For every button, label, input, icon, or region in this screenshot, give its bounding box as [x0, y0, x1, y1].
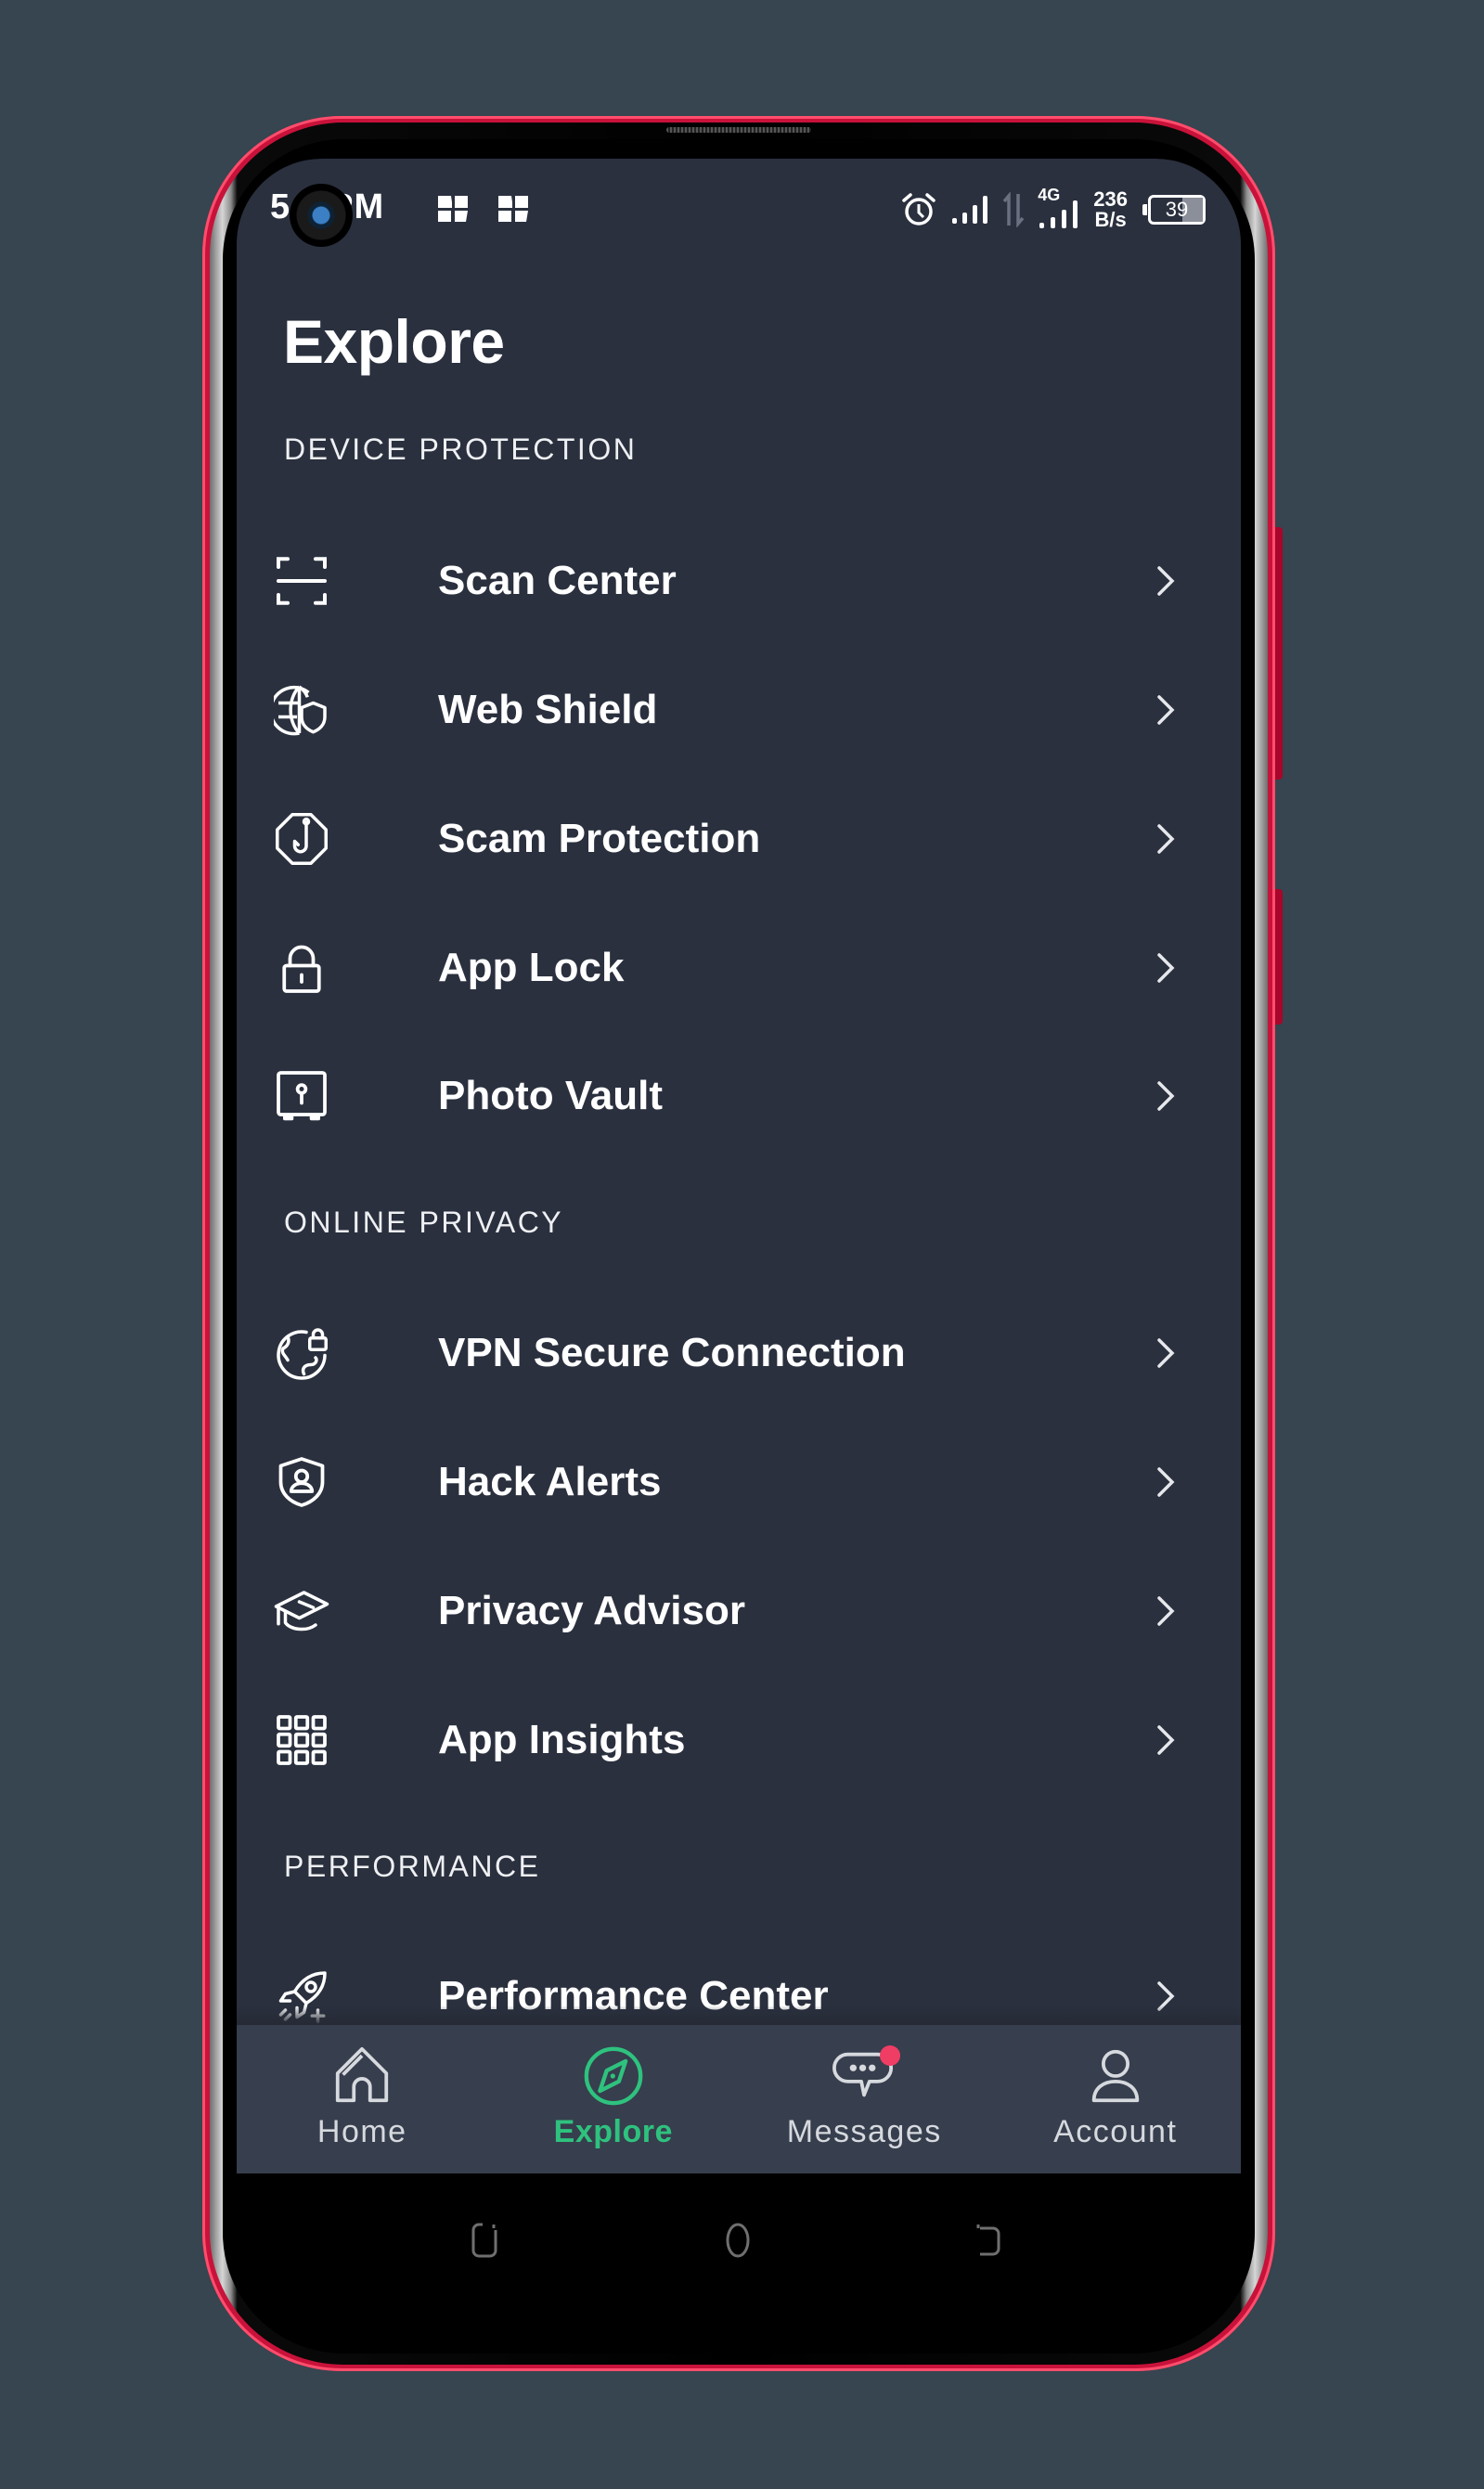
nav-label: Messages	[786, 2114, 942, 2149]
signal-4g-icon: 4G	[1038, 186, 1080, 230]
nav-tab-messages[interactable]: Messages	[739, 2025, 990, 2173]
list-item-label: Scan Center	[438, 558, 677, 603]
notification-app-icon	[497, 194, 530, 224]
list-item-label: App Lock	[438, 945, 625, 990]
hook-octagon-icon	[274, 811, 329, 867]
section-header-online-privacy: ONLINE PRIVACY	[284, 1206, 564, 1239]
status-bar: 5 PM 4G 236 B/s 39	[237, 159, 1241, 261]
list-item-label: VPN Secure Connection	[438, 1330, 906, 1375]
chevron-right-icon	[1157, 824, 1175, 854]
nav-tab-account[interactable]: Account	[990, 2025, 1242, 2173]
shield-user-icon	[274, 1454, 329, 1510]
nav-label: Account	[1053, 2114, 1178, 2149]
compass-icon	[581, 2044, 646, 2109]
chevron-right-icon	[1157, 566, 1175, 596]
vault-icon	[274, 1068, 329, 1124]
list-item-app-insights[interactable]: App Insights	[237, 1680, 1241, 1800]
user-icon	[1083, 2044, 1148, 2109]
list-item-label: Photo Vault	[438, 1073, 663, 1118]
chevron-right-icon	[1157, 953, 1175, 983]
signal-icon	[952, 196, 988, 224]
notification-app-icon	[436, 194, 470, 224]
list-item-label: Scam Protection	[438, 816, 761, 861]
chevron-right-icon	[1157, 1081, 1175, 1111]
recents-button[interactable]	[464, 2217, 510, 2263]
list-item-web-shield[interactable]: Web Shield	[237, 650, 1241, 770]
nav-tab-home[interactable]: Home	[237, 2025, 488, 2173]
status-icons: 4G 236 B/s 39	[900, 186, 1206, 233]
home-button[interactable]	[715, 2217, 761, 2263]
list-item-label: App Insights	[438, 1717, 686, 1762]
list-item-scam-protection[interactable]: Scam Protection	[237, 779, 1241, 899]
grid-icon	[274, 1712, 329, 1768]
screen: 5 PM 4G 236 B/s 39 Explore DEVICE PROTEC…	[237, 159, 1241, 2173]
chevron-right-icon	[1157, 1338, 1175, 1368]
list-item-app-lock[interactable]: App Lock	[237, 908, 1241, 1028]
nav-label: Home	[316, 2114, 407, 2149]
status-time-hour: 5	[270, 187, 291, 226]
list-item-hack-alerts[interactable]: Hack Alerts	[237, 1422, 1241, 1542]
system-nav-bar	[237, 2173, 1241, 2303]
globe-shield-icon	[274, 682, 329, 738]
battery-level: 39	[1165, 198, 1189, 221]
back-button[interactable]	[965, 2217, 1012, 2263]
graduation-cap-icon	[274, 1583, 329, 1639]
nav-label: Explore	[553, 2114, 673, 2149]
chevron-right-icon	[1157, 1725, 1175, 1755]
home-icon	[329, 2044, 394, 2109]
chevron-right-icon	[1157, 695, 1175, 725]
lock-icon	[274, 940, 329, 996]
data-speed-value: 236	[1093, 187, 1128, 211]
chat-icon	[832, 2044, 901, 2109]
power-button	[1275, 889, 1283, 1025]
scroll-fade	[237, 2005, 1241, 2025]
list-item-label: Web Shield	[438, 687, 658, 732]
list-item-label: Hack Alerts	[438, 1459, 662, 1504]
scan-icon	[274, 553, 329, 609]
list-item-privacy-advisor[interactable]: Privacy Advisor	[237, 1551, 1241, 1671]
alarm-icon	[902, 193, 936, 226]
data-speed-unit: B/s	[1094, 208, 1127, 231]
list-item-label: Privacy Advisor	[438, 1588, 745, 1633]
section-header-performance: PERFORMANCE	[284, 1850, 541, 1883]
earpiece-speaker	[666, 127, 811, 133]
globe-lock-icon	[274, 1325, 329, 1381]
list-item-scan-center[interactable]: Scan Center	[237, 521, 1241, 641]
front-camera	[290, 184, 353, 247]
nav-tab-explore[interactable]: Explore	[488, 2025, 740, 2173]
data-transfer-icon	[1002, 192, 1025, 227]
battery-icon: 39	[1142, 195, 1206, 225]
list-item-photo-vault[interactable]: Photo Vault	[237, 1036, 1241, 1156]
page-title: Explore	[283, 307, 505, 376]
chevron-right-icon	[1157, 1467, 1175, 1497]
volume-button	[1275, 527, 1283, 780]
chevron-right-icon	[1157, 1596, 1175, 1626]
section-header-device-protection: DEVICE PROTECTION	[284, 432, 638, 466]
list-item-vpn-secure-connection[interactable]: VPN Secure Connection	[237, 1293, 1241, 1413]
bottom-nav: Home Explore Messages Account	[237, 2025, 1241, 2173]
data-speed: 236 B/s	[1093, 189, 1128, 230]
notification-dot	[880, 2045, 901, 2066]
